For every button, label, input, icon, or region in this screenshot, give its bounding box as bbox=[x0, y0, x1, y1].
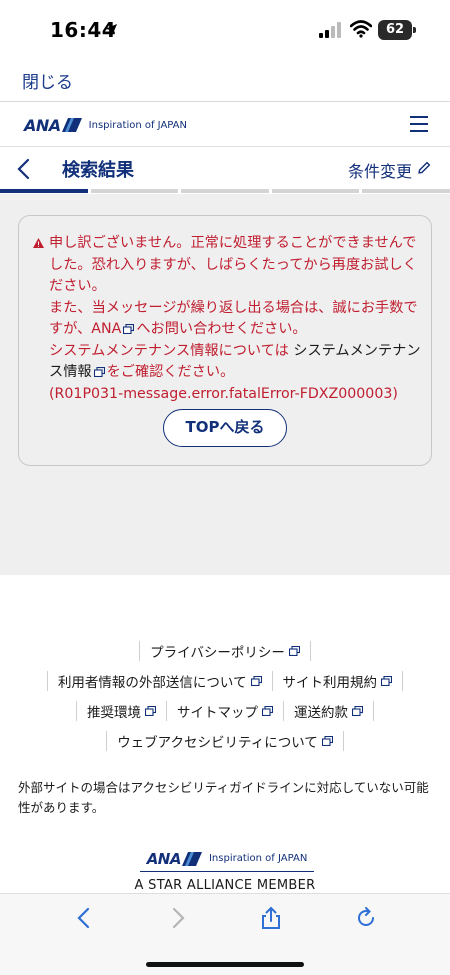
footer-link-label: 推奨環境 bbox=[87, 705, 141, 721]
condition-change-button[interactable]: 条件変更 bbox=[348, 158, 412, 182]
error-message-card: 申し訳ございません。正常に処理することができませんでした。恐れ入りますが、しばら… bbox=[18, 215, 432, 466]
browser-back-icon[interactable] bbox=[72, 906, 96, 930]
external-link-icon bbox=[381, 676, 393, 686]
footer-link-accessibility[interactable]: ウェブアクセシビリティについて bbox=[106, 731, 344, 751]
location-arrow-icon bbox=[105, 24, 117, 36]
close-button[interactable]: 閉じる bbox=[22, 68, 73, 93]
footer-link-env[interactable]: 推奨環境 bbox=[76, 701, 166, 721]
footer-link-sitemap[interactable]: サイトマップ bbox=[166, 701, 283, 721]
error-line3a: システムメンテナンス情報については bbox=[49, 342, 289, 359]
external-link-icon bbox=[288, 646, 300, 656]
footer-link-external-transmission[interactable]: 利用者情報の外部送信について bbox=[46, 671, 272, 691]
footer-link-privacy[interactable]: プライバシーポリシー bbox=[139, 641, 311, 661]
reload-icon[interactable] bbox=[354, 906, 378, 930]
external-link-icon bbox=[352, 706, 363, 716]
error-line2b: へお問い合わせください。 bbox=[136, 321, 307, 337]
error-text: 申し訳ございません。正常に処理することができませんでした。恐れ入りますが、しばら… bbox=[49, 233, 421, 405]
cellular-signal-icon bbox=[319, 22, 341, 38]
footer-logo-tagline: Inspiration of JAPAN bbox=[208, 853, 308, 864]
footer-link-label: サイトマップ bbox=[177, 705, 258, 721]
site-header: ANA Inspiration of JAPAN bbox=[0, 103, 450, 147]
close-bar: 閉じる bbox=[0, 60, 450, 102]
battery-indicator: 62 bbox=[378, 20, 416, 40]
wifi-icon bbox=[350, 20, 372, 38]
browser-forward-icon[interactable] bbox=[166, 906, 190, 930]
footer-link-label: ウェブアクセシビリティについて bbox=[117, 735, 318, 751]
ana-logo[interactable]: ANA Inspiration of JAPAN bbox=[24, 115, 187, 135]
footer-links: プライバシーポリシー 利用者情報の外部送信について サイト利用規約 推奨環境 サ… bbox=[0, 636, 450, 756]
progress-step bbox=[271, 189, 360, 193]
error-line1: 申し訳ございません。正常に処理することができませんでした。恐れ入りますが、しばら… bbox=[49, 235, 417, 294]
external-link-icon[interactable] bbox=[123, 324, 135, 334]
logo-tagline: Inspiration of JAPAN bbox=[88, 119, 187, 131]
main-content: 申し訳ございません。正常に処理することができませんでした。恐れ入りますが、しばら… bbox=[0, 194, 450, 575]
pencil-icon[interactable] bbox=[416, 160, 432, 176]
progress-step bbox=[90, 189, 179, 193]
menu-icon[interactable] bbox=[410, 116, 428, 132]
error-code: (R01P031-message.error.fatalError-FDXZ00… bbox=[49, 385, 398, 402]
progress-step bbox=[0, 189, 88, 193]
status-bar: 16:44 62 bbox=[0, 0, 450, 60]
footer-note: 外部サイトの場合はアクセシビリティガイドラインに対応していない可能性があります。 bbox=[18, 780, 429, 815]
footer-link-label: 利用者情報の外部送信について bbox=[57, 675, 247, 691]
external-link-icon bbox=[145, 706, 156, 716]
back-to-top-button[interactable]: TOPへ戻る bbox=[163, 409, 287, 447]
progress-step bbox=[181, 189, 269, 193]
footer-link-label: プライバシーポリシー bbox=[150, 645, 285, 661]
progress-step bbox=[362, 189, 450, 193]
external-link-icon bbox=[250, 676, 262, 686]
warning-icon bbox=[33, 238, 44, 248]
external-link-icon bbox=[262, 706, 273, 716]
share-icon[interactable] bbox=[259, 906, 283, 930]
ana-stripe-icon bbox=[61, 118, 82, 132]
external-link-icon bbox=[321, 736, 333, 746]
footer-link-terms[interactable]: サイト利用規約 bbox=[271, 671, 404, 691]
footer-link-carriage[interactable]: 運送約款 bbox=[283, 701, 374, 721]
home-indicator bbox=[146, 962, 304, 967]
logo-wordmark: ANA bbox=[24, 115, 61, 135]
error-line3b: をご確認ください。 bbox=[106, 364, 235, 380]
footer-ana-logo[interactable]: ANA Inspiration of JAPAN bbox=[140, 846, 314, 872]
results-bar: 検索結果 条件変更 bbox=[0, 148, 450, 190]
star-alliance-label[interactable]: A STAR ALLIANCE MEMBER bbox=[0, 878, 450, 893]
ana-stripe-icon bbox=[181, 851, 202, 866]
footer-logo-wordmark: ANA bbox=[146, 849, 182, 868]
footer-link-label: サイト利用規約 bbox=[282, 675, 378, 691]
external-link-icon[interactable] bbox=[93, 367, 105, 377]
footer-link-label: 運送約款 bbox=[294, 705, 348, 721]
back-chevron-icon[interactable] bbox=[16, 158, 30, 180]
page-title: 検索結果 bbox=[62, 160, 134, 181]
